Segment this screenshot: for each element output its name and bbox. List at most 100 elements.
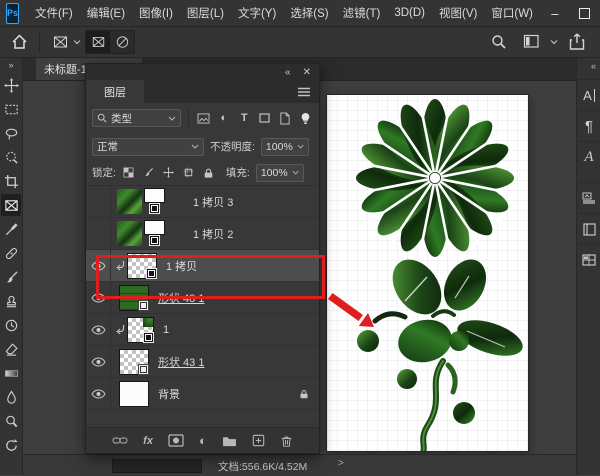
rectangular-frame-button[interactable] <box>86 31 110 53</box>
status-expand-chevron[interactable]: > <box>338 458 344 469</box>
layer-name[interactable]: 1 <box>163 324 169 336</box>
layer-row[interactable]: 1 拷贝 2 <box>86 218 319 250</box>
new-layer-button[interactable] <box>252 434 265 447</box>
menu-item-window[interactable]: 窗口(W) <box>484 5 540 21</box>
blend-mode-select[interactable]: 正常 <box>92 138 204 156</box>
tool-frame[interactable] <box>1 194 21 216</box>
layer-name[interactable]: 1 拷贝 3 <box>193 194 233 210</box>
tool-spot-healing[interactable] <box>1 242 21 264</box>
layer-row[interactable]: 1 <box>86 314 319 346</box>
tool-brush[interactable] <box>1 266 21 288</box>
expand-panels-icon[interactable]: « <box>591 61 600 71</box>
filter-toggle-icon[interactable] <box>298 110 313 126</box>
tool-rotate-view[interactable] <box>1 434 21 456</box>
layer-thumbnail[interactable] <box>119 349 149 375</box>
search-button[interactable] <box>486 30 512 54</box>
libraries-panel-button[interactable] <box>577 182 600 213</box>
tool-eraser[interactable] <box>1 338 21 360</box>
opacity-select[interactable]: 100% <box>261 138 309 156</box>
tool-clone-stamp[interactable] <box>1 290 21 312</box>
panel-menu-button[interactable] <box>297 80 319 103</box>
menu-item-select[interactable]: 选择(S) <box>283 5 335 21</box>
menu-item-view[interactable]: 视图(V) <box>432 5 484 21</box>
new-group-button[interactable] <box>222 435 237 447</box>
tool-blur[interactable] <box>1 386 21 408</box>
layer-thumbnail[interactable] <box>117 220 167 247</box>
tool-gradient[interactable] <box>1 362 21 384</box>
add-mask-button[interactable] <box>168 434 184 447</box>
filter-pixel-layers-icon[interactable] <box>196 110 211 126</box>
lock-transparent-pixels-icon[interactable] <box>122 165 136 181</box>
layer-thumbnail[interactable] <box>117 188 167 215</box>
current-tool-frame[interactable] <box>47 30 73 54</box>
paragraph-panel-button[interactable]: ¶ <box>577 110 600 141</box>
filter-adjustment-layers-icon[interactable]: ◐ <box>216 110 231 126</box>
tool-move[interactable] <box>1 74 21 96</box>
close-panel-icon[interactable]: ✕ <box>303 67 311 78</box>
lock-all-icon[interactable] <box>202 165 216 181</box>
layers-panel-header: « ✕ <box>86 64 319 80</box>
layers-tab[interactable]: 图层 <box>86 80 144 103</box>
visibility-toggle[interactable] <box>86 314 111 345</box>
elliptical-frame-button[interactable] <box>110 31 134 53</box>
filter-shape-layers-icon[interactable] <box>257 110 272 126</box>
fill-select[interactable]: 100% <box>256 164 304 182</box>
lock-image-pixels-icon[interactable] <box>142 165 156 181</box>
menu-item-type[interactable]: 文字(Y) <box>231 5 283 21</box>
link-layers-button[interactable] <box>112 436 128 445</box>
visibility-toggle[interactable] <box>86 378 111 409</box>
workspace-switcher-button[interactable] <box>518 30 544 54</box>
character-panel-button[interactable]: A <box>577 79 600 110</box>
menu-item-filter[interactable]: 滤镜(T) <box>336 5 388 21</box>
properties-panel-button[interactable] <box>577 213 600 244</box>
tool-crop[interactable] <box>1 170 21 192</box>
layer-row[interactable]: 形状 43 1 <box>86 346 319 378</box>
home-button[interactable] <box>6 30 32 54</box>
chevron-down-icon[interactable] <box>73 39 81 45</box>
visibility-toggle[interactable] <box>86 218 111 249</box>
tool-history-brush[interactable] <box>1 314 21 336</box>
layer-name[interactable]: 背景 <box>158 386 180 402</box>
menu-item-image[interactable]: 图像(I) <box>132 5 180 21</box>
lock-artboard-icon[interactable] <box>182 165 196 181</box>
window-controls: – ✕ <box>540 0 600 26</box>
layer-thumbnail[interactable] <box>127 317 154 343</box>
layer-effects-button[interactable]: fx <box>143 435 153 447</box>
layer-name[interactable]: 形状 43 1 <box>158 354 204 370</box>
zoom-level-field[interactable] <box>112 459 202 473</box>
tool-dodge[interactable] <box>1 410 21 432</box>
visibility-toggle[interactable] <box>86 346 111 377</box>
menu-item-layer[interactable]: 图层(L) <box>180 5 231 21</box>
history-brush-tool-icon <box>4 318 19 333</box>
delete-layer-button[interactable] <box>280 434 293 448</box>
visibility-toggle[interactable] <box>86 186 111 217</box>
adjustments-panel-icon <box>582 254 596 266</box>
layer-thumbnail[interactable] <box>119 381 149 407</box>
expand-tools-icon[interactable]: » <box>8 60 13 70</box>
menu-item-3d[interactable]: 3D(D) <box>387 7 432 19</box>
smart-object-badge <box>143 332 154 343</box>
collapse-panel-icon[interactable]: « <box>285 67 291 78</box>
layer-name[interactable]: 1 拷贝 2 <box>193 226 233 242</box>
tool-rectangular-marquee[interactable] <box>1 98 21 120</box>
tool-eyedropper[interactable] <box>1 218 21 240</box>
lock-position-icon[interactable] <box>162 165 176 181</box>
filter-type-select[interactable]: 类型 <box>92 109 181 127</box>
clone-stamp-tool-icon <box>4 294 19 309</box>
filter-smart-objects-icon[interactable] <box>277 110 292 126</box>
adjustments-panel-button[interactable] <box>577 244 600 275</box>
layer-row[interactable]: 1 拷贝 3 <box>86 186 319 218</box>
layer-row-background[interactable]: 背景 <box>86 378 319 410</box>
properties-panel-icon <box>583 223 596 236</box>
menu-item-edit[interactable]: 编辑(E) <box>80 5 132 21</box>
chevron-down-icon[interactable] <box>550 39 558 45</box>
tool-object-selection[interactable] <box>1 146 21 168</box>
filter-type-layers-icon[interactable]: T <box>237 110 252 126</box>
maximize-button[interactable] <box>570 0 600 26</box>
menu-item-file[interactable]: 文件(F) <box>28 5 80 21</box>
adjustment-layer-button[interactable]: ◐ <box>199 433 207 448</box>
glyphs-panel-button[interactable]: A <box>577 141 600 172</box>
minimize-button[interactable]: – <box>540 0 570 26</box>
share-button[interactable] <box>564 30 590 54</box>
tool-lasso[interactable] <box>1 122 21 144</box>
